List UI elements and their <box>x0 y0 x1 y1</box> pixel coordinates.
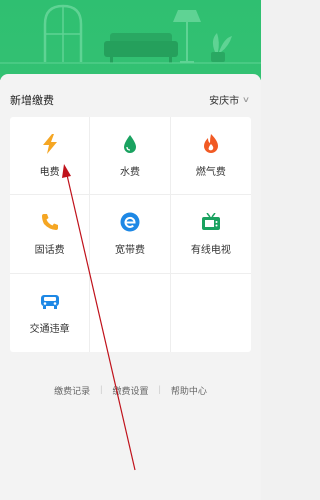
service-label: 宽带费 <box>114 244 145 256</box>
flame-icon <box>201 133 221 154</box>
service-item-gas[interactable]: 燃气费 <box>170 117 251 196</box>
service-item-broadband[interactable]: 宽带费 <box>90 195 171 274</box>
payment-settings-link[interactable]: 缴费设置 <box>112 384 148 397</box>
service-item-cable-tv[interactable]: 有线电视 <box>170 195 251 274</box>
service-item-traffic-violation[interactable]: 交通违章 <box>10 273 91 352</box>
service-label: 燃气费 <box>195 166 226 178</box>
empty-cell <box>90 273 171 352</box>
service-label: 固话费 <box>34 244 65 256</box>
service-label: 交通违章 <box>29 323 70 335</box>
divider: | <box>158 384 161 394</box>
lightning-icon <box>40 133 60 154</box>
chevron-down-icon: ∨ <box>241 95 251 104</box>
car-icon <box>40 291 60 311</box>
service-item-electricity[interactable]: 电费 <box>10 117 91 196</box>
water-drop-icon <box>120 134 140 154</box>
living-room-illustration-icon <box>0 4 261 64</box>
service-label: 有线电视 <box>190 244 231 256</box>
service-label: 电费 <box>39 166 60 178</box>
service-label: 水费 <box>119 166 140 178</box>
empty-cell <box>171 274 251 352</box>
service-grid: 电费 水费 燃气费 固话费 宽带费 有线电视 交通违章 <box>10 117 251 352</box>
help-center-link[interactable]: 帮助中心 <box>171 384 207 397</box>
broadband-icon <box>120 212 140 232</box>
tv-icon <box>201 212 221 232</box>
divider: | <box>100 384 103 394</box>
section-title: 新增缴费 <box>10 95 54 107</box>
phone-icon <box>40 212 60 232</box>
service-item-water[interactable]: 水费 <box>90 117 171 196</box>
city-name: 安庆市 <box>209 96 240 107</box>
payment-records-link[interactable]: 缴费记录 <box>54 384 90 397</box>
service-item-landline[interactable]: 固话费 <box>10 195 91 274</box>
header-banner <box>0 0 261 80</box>
city-selector[interactable]: 安庆市 ∨ <box>209 92 251 107</box>
footer-links: 缴费记录 | 缴费设置 | 帮助中心 <box>0 384 261 397</box>
